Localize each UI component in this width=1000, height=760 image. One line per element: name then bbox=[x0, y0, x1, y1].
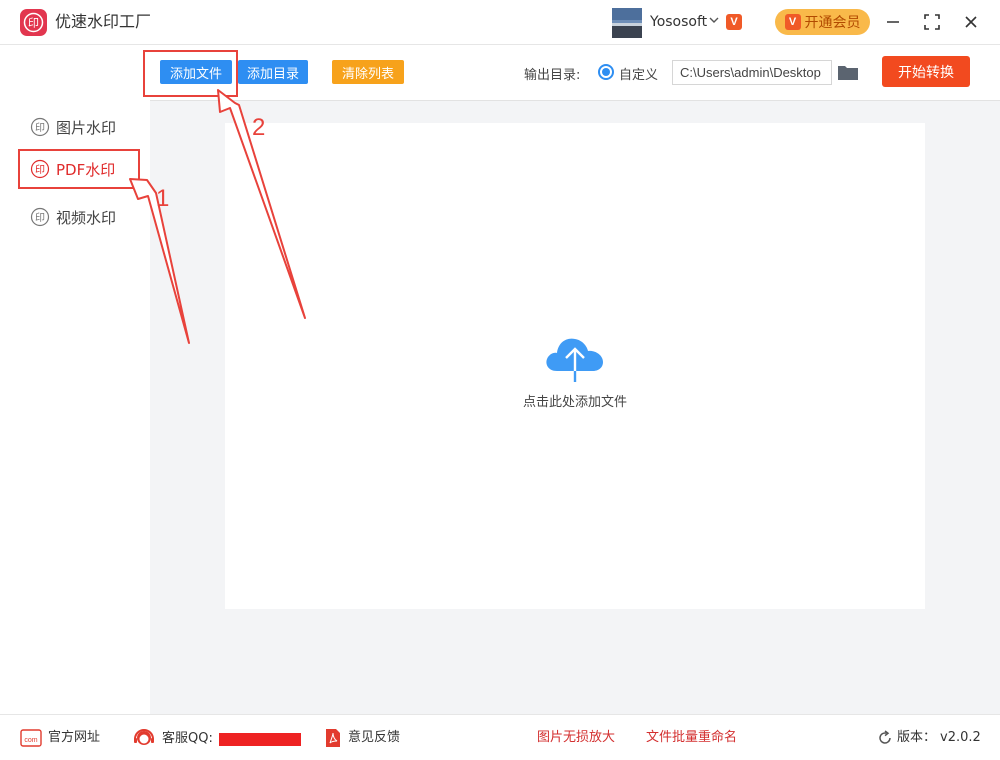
feedback-link[interactable]: 意见反馈 bbox=[324, 728, 400, 748]
svg-text:印: 印 bbox=[35, 212, 45, 224]
start-convert-button[interactable]: 开始转换 bbox=[882, 56, 970, 87]
vip-badge-icon: V bbox=[784, 14, 801, 30]
sidebar-item-label: 视频水印 bbox=[56, 208, 117, 227]
website-label: 官方网址 bbox=[48, 730, 101, 745]
svg-text:com: com bbox=[24, 737, 37, 744]
website-icon: com bbox=[20, 729, 42, 747]
avatar[interactable] bbox=[612, 8, 642, 38]
clear-list-button[interactable]: 清除列表 bbox=[332, 60, 404, 84]
title-bar: 印 优速水印工厂 Yososoft V V 开通会员 bbox=[0, 0, 1000, 44]
close-icon bbox=[965, 16, 977, 28]
add-file-button[interactable]: 添加文件 bbox=[160, 60, 232, 84]
vip-upgrade-label: 开通会员 bbox=[804, 15, 861, 31]
custom-dir-radio[interactable] bbox=[598, 64, 614, 80]
sidebar-item-label: 图片水印 bbox=[56, 118, 117, 137]
fullscreen-icon bbox=[924, 14, 940, 30]
footer: com 官方网址 客服QQ: 意见反馈 图片无损放大 文件批量重命名 版本： v… bbox=[0, 714, 1000, 760]
svg-text:印: 印 bbox=[28, 17, 39, 30]
drop-zone-hint: 点击此处添加文件 bbox=[522, 395, 627, 410]
toolbar: 添加文件 添加目录 清除列表 输出目录: 自定义 开始转换 bbox=[143, 45, 1000, 101]
browse-folder-button[interactable] bbox=[837, 62, 859, 82]
step-2-label: 2 bbox=[252, 114, 266, 141]
version-value: v2.0.2 bbox=[940, 730, 981, 745]
sidebar-item-label: PDF水印 bbox=[56, 160, 116, 179]
vip-status-icon: V bbox=[726, 14, 742, 30]
sidebar: 印 图片水印 印 PDF水印 印 视频水印 bbox=[0, 44, 150, 714]
seal-icon: 印 bbox=[30, 117, 50, 137]
seal-icon: 印 bbox=[30, 159, 50, 179]
redacted-qq-number bbox=[218, 732, 301, 746]
batch-rename-link[interactable]: 文件批量重命名 bbox=[646, 728, 737, 748]
file-drop-zone[interactable]: 点击此处添加文件 bbox=[225, 123, 925, 609]
pdf-feedback-icon bbox=[326, 729, 340, 747]
user-photo-icon bbox=[612, 8, 642, 38]
seal-icon: 印 bbox=[30, 207, 50, 227]
cloud-upload-icon bbox=[546, 338, 603, 382]
minimize-button[interactable] bbox=[881, 10, 905, 34]
minimize-icon bbox=[887, 21, 899, 23]
image-upscale-link[interactable]: 图片无损放大 bbox=[537, 728, 615, 748]
output-dir-label: 输出目录: bbox=[524, 68, 581, 83]
sidebar-item-pdf-watermark[interactable]: 印 PDF水印 bbox=[18, 149, 140, 189]
app-title: 优速水印工厂 bbox=[55, 12, 152, 31]
app-logo: 印 bbox=[20, 9, 47, 36]
step-1-label: 1 bbox=[156, 185, 170, 212]
username[interactable]: Yososoft bbox=[650, 13, 707, 31]
seal-icon: 印 bbox=[23, 12, 44, 33]
customer-service-qq[interactable]: 客服QQ: bbox=[132, 728, 301, 750]
folder-icon bbox=[838, 66, 858, 80]
version-label: 版本： bbox=[897, 730, 937, 745]
svg-text:印: 印 bbox=[35, 164, 45, 176]
sidebar-item-image-watermark[interactable]: 印 图片水印 bbox=[18, 107, 140, 147]
output-path-field[interactable] bbox=[672, 60, 832, 85]
svg-text:印: 印 bbox=[35, 122, 45, 134]
qq-label: 客服QQ: bbox=[162, 731, 213, 746]
sidebar-item-video-watermark[interactable]: 印 视频水印 bbox=[18, 197, 140, 237]
version-info: 版本： v2.0.2 bbox=[877, 728, 981, 748]
chevron-down-icon[interactable] bbox=[709, 16, 719, 24]
refresh-icon[interactable] bbox=[877, 730, 893, 746]
feedback-label: 意见反馈 bbox=[348, 730, 401, 745]
close-button[interactable] bbox=[959, 10, 983, 34]
website-link[interactable]: com 官方网址 bbox=[20, 728, 100, 748]
maximize-button[interactable] bbox=[920, 10, 944, 34]
main-panel: 添加文件 添加目录 清除列表 输出目录: 自定义 开始转换 点击此处添加文件 bbox=[143, 44, 1000, 714]
vip-upgrade-button[interactable]: V 开通会员 bbox=[775, 9, 870, 35]
custom-dir-label: 自定义 bbox=[619, 68, 659, 83]
add-folder-button[interactable]: 添加目录 bbox=[238, 60, 308, 84]
customer-service-icon bbox=[134, 729, 154, 745]
